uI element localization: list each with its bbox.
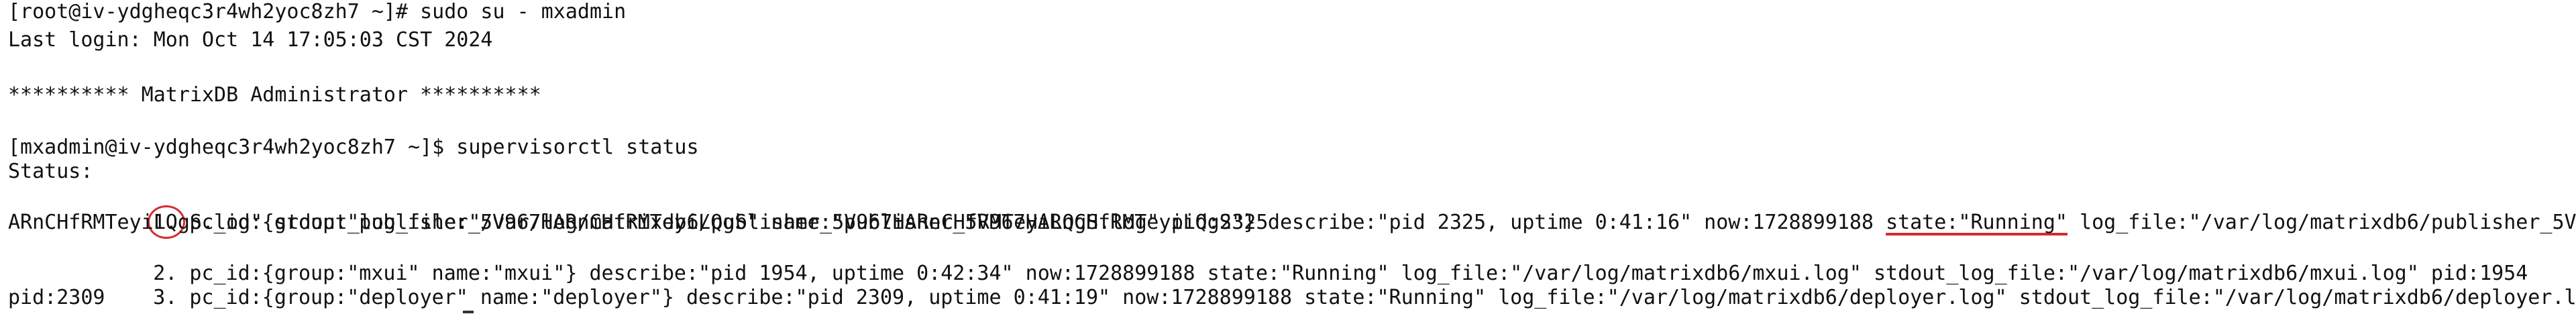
item-1-log-file: log_file:"/var/log/matrixdb6/publisher_5… (2068, 211, 2576, 234)
item-3-text: 3. pc_id:{group:"deployer" name:"deploye… (153, 286, 2576, 309)
status-item-1-continuation: ARnCHfRMTeyiLQgS.log" stdout_log_file:"/… (8, 211, 1269, 234)
administrator-banner: ********** MatrixDB Administrator ******… (8, 83, 541, 107)
status-item-3: 3. pc_id:{group:"deployer" name:"deploye… (8, 262, 2576, 309)
running-state-underlined: state:"Running" (1886, 211, 2068, 235)
status-item-1: 1. pc_id:{group:"publisher_5V967HARnCHfR… (8, 187, 2576, 239)
terminal-window[interactable]: [root@iv-ydgheqc3r4wh2yoc8zh7 ~]# sudo s… (0, 0, 2576, 314)
root-su-command-line: [root@iv-ydgheqc3r4wh2yoc8zh7 ~]# sudo s… (8, 0, 627, 23)
terminal-cursor (463, 311, 474, 313)
last-login-line: Last login: Mon Oct 14 17:05:03 CST 2024 (8, 28, 493, 52)
supervisorctl-command-line: [mxadmin@iv-ydgheqc3r4wh2yoc8zh7 ~]$ sup… (8, 136, 699, 159)
status-label: Status: (8, 160, 93, 183)
status-item-3-continuation: pid:2309 (8, 286, 105, 309)
status-item-2: 2. pc_id:{group:"mxui" name:"mxui"} desc… (8, 238, 2528, 285)
